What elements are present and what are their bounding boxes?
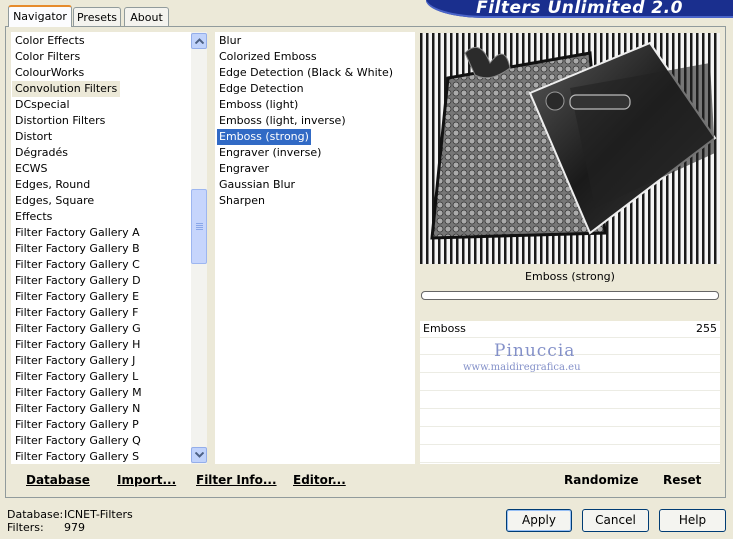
- tab-presets-label: Presets: [76, 11, 118, 24]
- category-list-item[interactable]: Filter Factory Gallery H: [15, 337, 140, 353]
- import-button[interactable]: Import...: [117, 473, 176, 487]
- category-list-item[interactable]: Filter Factory Gallery Q: [15, 433, 141, 449]
- category-list-item[interactable]: Filter Factory Gallery B: [15, 241, 140, 257]
- status-database-value: ICNET-Filters: [64, 508, 133, 521]
- randomize-button[interactable]: Randomize: [564, 473, 638, 487]
- current-filter-label: Emboss (strong): [525, 270, 615, 283]
- category-list-item[interactable]: Filter Factory Gallery N: [15, 401, 140, 417]
- category-list-item[interactable]: DCspecial: [15, 97, 70, 113]
- current-filter-name: Emboss (strong): [420, 267, 720, 287]
- filter-list-item[interactable]: Colorized Emboss: [219, 49, 317, 65]
- app-title: Filters Unlimited 2.0: [476, 0, 683, 18]
- filter-list-item[interactable]: Engraver: [219, 161, 269, 177]
- category-list-item[interactable]: Dégradés: [15, 145, 68, 161]
- status-database-label: Database:: [7, 508, 64, 521]
- help-button[interactable]: Help: [659, 509, 726, 532]
- apply-button[interactable]: Apply: [506, 509, 572, 532]
- category-list-item[interactable]: Distortion Filters: [15, 113, 105, 129]
- filter-list-item[interactable]: Edge Detection: [219, 81, 304, 97]
- tab-navigator[interactable]: Navigator: [8, 5, 72, 27]
- cancel-button[interactable]: Cancel: [582, 509, 649, 532]
- filter-list-item[interactable]: Emboss (light): [219, 97, 298, 113]
- param-value: 255: [696, 322, 717, 335]
- category-list-item[interactable]: ECWS: [15, 161, 48, 177]
- filter-info-button[interactable]: Filter Info...: [196, 473, 277, 487]
- scroll-thumb[interactable]: [191, 189, 207, 264]
- tab-about-label: About: [130, 11, 163, 24]
- category-list-item[interactable]: Filter Factory Gallery M: [15, 385, 142, 401]
- navigator-toolbar: Database Import... Filter Info... Editor…: [11, 464, 415, 492]
- apply-label: Apply: [522, 513, 556, 527]
- category-list-item[interactable]: ColourWorks: [15, 65, 84, 81]
- filter-preview: [420, 33, 720, 264]
- filter-list-item[interactable]: Engraver (inverse): [219, 145, 321, 161]
- category-list-item[interactable]: Filter Factory Gallery D: [15, 273, 141, 289]
- param-name: Emboss: [423, 322, 466, 335]
- status-filters-value: 979: [64, 521, 85, 534]
- status-filters-label: Filters:: [7, 521, 44, 534]
- tab-presets[interactable]: Presets: [73, 7, 121, 26]
- database-button[interactable]: Database: [26, 473, 90, 487]
- preview-image: [420, 33, 720, 264]
- category-list-item[interactable]: Effects: [15, 209, 52, 225]
- category-list-item[interactable]: Edges, Round: [15, 177, 90, 193]
- editor-button[interactable]: Editor...: [293, 473, 346, 487]
- category-list-item[interactable]: Filter Factory Gallery P: [15, 417, 139, 433]
- progress-bar: [421, 291, 719, 300]
- category-list-item[interactable]: Filter Factory Gallery L: [15, 369, 138, 385]
- category-list-item[interactable]: Filter Factory Gallery E: [15, 289, 139, 305]
- filter-list-item[interactable]: Emboss (strong): [217, 129, 311, 145]
- category-list-item[interactable]: Filter Factory Gallery S: [15, 449, 139, 465]
- filter-list[interactable]: Blur Colorized Emboss Edge Detection (Blac…: [215, 32, 415, 464]
- watermark-url: www.maidiregrafica.eu: [463, 362, 581, 373]
- category-list-item[interactable]: Filter Factory Gallery A: [15, 225, 140, 241]
- category-list-item[interactable]: Convolution Filters: [12, 81, 121, 97]
- scroll-up-button[interactable]: [191, 33, 207, 49]
- chevron-down-icon: [195, 452, 204, 458]
- category-list-item[interactable]: Filter Factory Gallery F: [15, 305, 138, 321]
- chevron-up-icon: [195, 38, 204, 44]
- category-list-item[interactable]: Filter Factory Gallery J: [15, 353, 135, 369]
- cancel-label: Cancel: [595, 513, 636, 527]
- category-list-item[interactable]: Distort: [15, 129, 52, 145]
- reset-button[interactable]: Reset: [663, 473, 701, 487]
- filter-list-item[interactable]: Emboss (light, inverse): [219, 113, 346, 129]
- tab-navigator-label: Navigator: [13, 10, 67, 23]
- category-list-item[interactable]: Edges, Square: [15, 193, 94, 209]
- tab-about[interactable]: About: [124, 7, 169, 26]
- params-toolbar: Randomize Reset: [420, 464, 720, 492]
- category-list[interactable]: Color Effects Color Filters ColourWorks Con…: [11, 32, 191, 464]
- category-list-item[interactable]: Filter Factory Gallery G: [15, 321, 141, 337]
- category-list-item[interactable]: Color Filters: [15, 49, 80, 65]
- filter-list-item[interactable]: Gaussian Blur: [219, 177, 295, 193]
- scroll-down-button[interactable]: [191, 447, 207, 463]
- app-title-banner: Filters Unlimited 2.0: [426, 0, 733, 18]
- category-list-item[interactable]: Color Effects: [15, 33, 85, 49]
- watermark-name: Pinuccia: [494, 341, 576, 361]
- help-label: Help: [678, 513, 707, 527]
- category-list-item[interactable]: Filter Factory Gallery C: [15, 257, 140, 273]
- filter-list-item[interactable]: Edge Detection (Black & White): [219, 65, 393, 81]
- filter-list-item[interactable]: Blur: [219, 33, 241, 49]
- param-row-emboss[interactable]: Emboss 255: [420, 321, 720, 338]
- filter-list-item[interactable]: Sharpen: [219, 193, 265, 209]
